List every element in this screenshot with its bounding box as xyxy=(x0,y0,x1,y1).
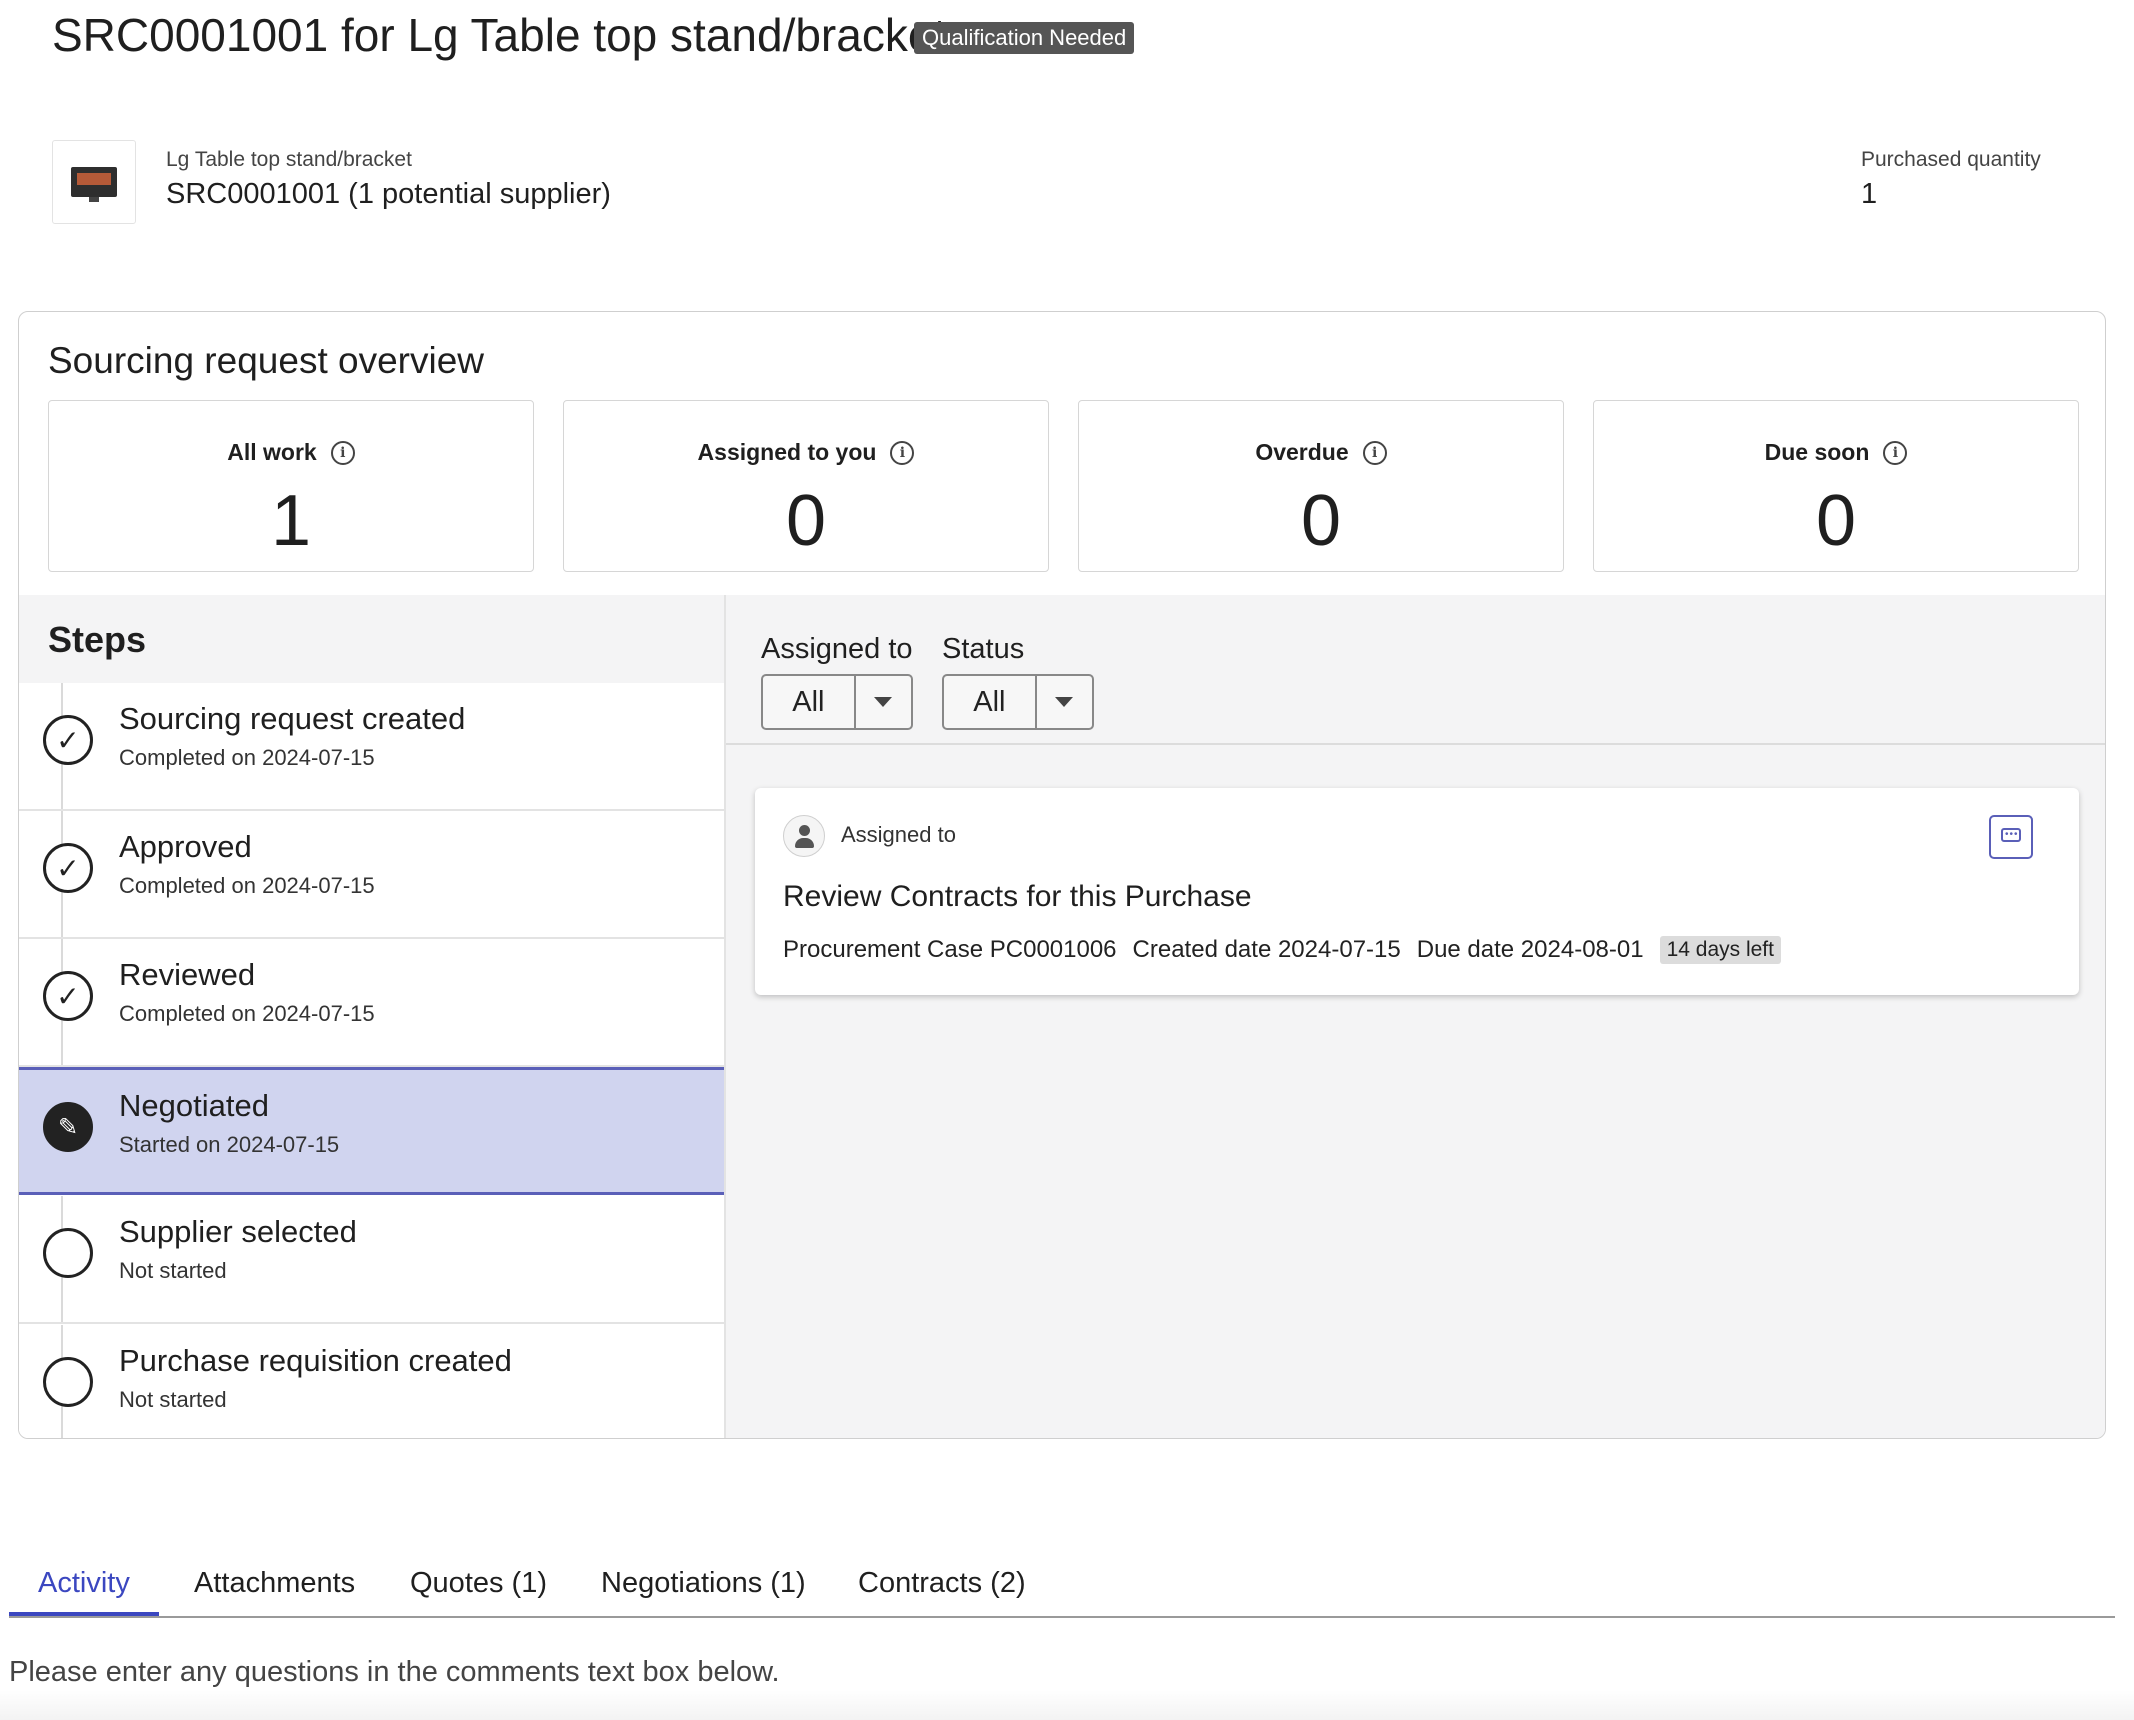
step-title: Sourcing request created xyxy=(119,701,466,736)
overview-title: Sourcing request overview xyxy=(48,340,484,381)
stat-label: Assigned to you xyxy=(697,439,877,465)
product-image xyxy=(71,167,117,202)
task-case: Procurement Case PC0001006 xyxy=(783,936,1117,963)
page-title: SRC0001001 for Lg Table top stand/bracke… xyxy=(52,9,947,61)
step-negotiated[interactable]: ✎ Negotiated Started on 2024-07-15 xyxy=(19,1067,724,1195)
info-icon[interactable]: i xyxy=(330,440,355,465)
person-icon xyxy=(783,815,825,857)
step-reviewed[interactable]: ✓ Reviewed Completed on 2024-07-15 xyxy=(19,939,724,1067)
days-left-badge: 14 days left xyxy=(1659,936,1781,964)
work-area: Assigned to All Status All Assigned to •… xyxy=(724,595,2105,1438)
step-title: Negotiated xyxy=(119,1088,269,1123)
tab-attachments[interactable]: Attachments xyxy=(165,1556,384,1616)
step-status: Not started xyxy=(119,1258,227,1283)
stat-value: 0 xyxy=(1300,481,1342,561)
info-icon[interactable]: i xyxy=(1362,440,1387,465)
stat-label: Due soon xyxy=(1764,439,1870,465)
comment-button[interactable]: ••• xyxy=(1989,815,2033,859)
step-approved[interactable]: ✓ Approved Completed on 2024-07-15 xyxy=(19,811,724,939)
task-card[interactable]: Assigned to ••• Review Contracts for thi… xyxy=(755,788,2079,995)
step-status: Not started xyxy=(119,1387,227,1412)
comment-dots: ••• xyxy=(2005,829,2019,840)
divider xyxy=(726,743,2105,745)
stat-label: Overdue xyxy=(1255,439,1349,465)
quantity-value: 1 xyxy=(1861,178,1878,210)
stat-label: All work xyxy=(227,439,317,465)
task-meta: Procurement Case PC0001006 Created date … xyxy=(783,936,1781,964)
step-title: Reviewed xyxy=(119,957,256,992)
tab-quotes[interactable]: Quotes (1) xyxy=(381,1556,576,1616)
select-value: All xyxy=(944,676,1037,728)
empty-circle-icon xyxy=(43,1228,93,1278)
step-title: Approved xyxy=(119,829,252,864)
item-name: Lg Table top stand/bracket xyxy=(166,148,412,171)
stat-card-overdue[interactable]: Overdue i 0 xyxy=(1078,400,1564,572)
stat-value: 0 xyxy=(785,481,827,561)
sourcing-overview-panel: Sourcing request overview All work i 1 As… xyxy=(18,311,2106,1439)
step-sourcing-request-created[interactable]: ✓ Sourcing request created Completed on … xyxy=(19,683,724,811)
tab-activity[interactable]: Activity xyxy=(9,1556,159,1616)
step-status: Started on 2024-07-15 xyxy=(119,1132,340,1157)
chevron-down-icon[interactable] xyxy=(856,676,911,728)
check-circle-icon: ✓ xyxy=(43,843,93,893)
step-status: Completed on 2024-07-15 xyxy=(119,873,375,898)
stat-card-all-work[interactable]: All work i 1 xyxy=(48,400,534,572)
chevron-down-icon[interactable] xyxy=(1037,676,1092,728)
step-status: Completed on 2024-07-15 xyxy=(119,1001,375,1026)
info-icon[interactable]: i xyxy=(890,440,915,465)
steps-header: Steps xyxy=(19,595,724,683)
pencil-circle-icon: ✎ xyxy=(43,1102,93,1152)
step-title: Purchase requisition created xyxy=(119,1343,512,1378)
bottom-edge xyxy=(0,1690,2134,1720)
status-select[interactable]: All xyxy=(942,674,1094,730)
step-supplier-selected[interactable]: Supplier selected Not started xyxy=(19,1196,724,1324)
step-status: Completed on 2024-07-15 xyxy=(119,745,375,770)
tab-contracts[interactable]: Contracts (2) xyxy=(829,1556,1055,1616)
quantity-label: Purchased quantity xyxy=(1861,148,2041,171)
status-filter-label: Status xyxy=(942,633,1025,665)
task-created-date: Created date 2024-07-15 xyxy=(1132,936,1401,963)
assigned-to-filter-label: Assigned to xyxy=(761,633,913,665)
assigned-to-select[interactable]: All xyxy=(761,674,913,730)
check-circle-icon: ✓ xyxy=(43,971,93,1021)
item-reference[interactable]: SRC0001001 (1 potential supplier) xyxy=(166,178,611,211)
stat-card-due-soon[interactable]: Due soon i 0 xyxy=(1593,400,2079,572)
stat-card-assigned-to-you[interactable]: Assigned to you i 0 xyxy=(563,400,1049,572)
info-icon[interactable]: i xyxy=(1883,440,1908,465)
select-value: All xyxy=(763,676,856,728)
task-title[interactable]: Review Contracts for this Purchase xyxy=(783,880,1252,914)
product-thumbnail xyxy=(52,140,136,224)
activity-message: Please enter any questions in the commen… xyxy=(9,1656,780,1688)
step-purchase-requisition-created[interactable]: Purchase requisition created Not started xyxy=(19,1325,724,1438)
step-title: Supplier selected xyxy=(119,1214,357,1249)
task-due-date: Due date 2024-08-01 xyxy=(1416,936,1644,963)
tab-negotiations[interactable]: Negotiations (1) xyxy=(572,1556,835,1616)
check-circle-icon: ✓ xyxy=(43,715,93,765)
steps-title: Steps xyxy=(48,619,147,660)
stat-value: 0 xyxy=(1815,481,1857,561)
steps-list: Steps ✓ Sourcing request created Complet… xyxy=(19,595,724,1438)
status-badge: Qualification Needed xyxy=(914,22,1135,54)
task-assigned-label: Assigned to xyxy=(841,822,956,847)
stat-value: 1 xyxy=(270,481,312,561)
empty-circle-icon xyxy=(43,1357,93,1407)
tab-bar: Activity Attachments Quotes (1) Negotiat… xyxy=(9,1556,2115,1618)
